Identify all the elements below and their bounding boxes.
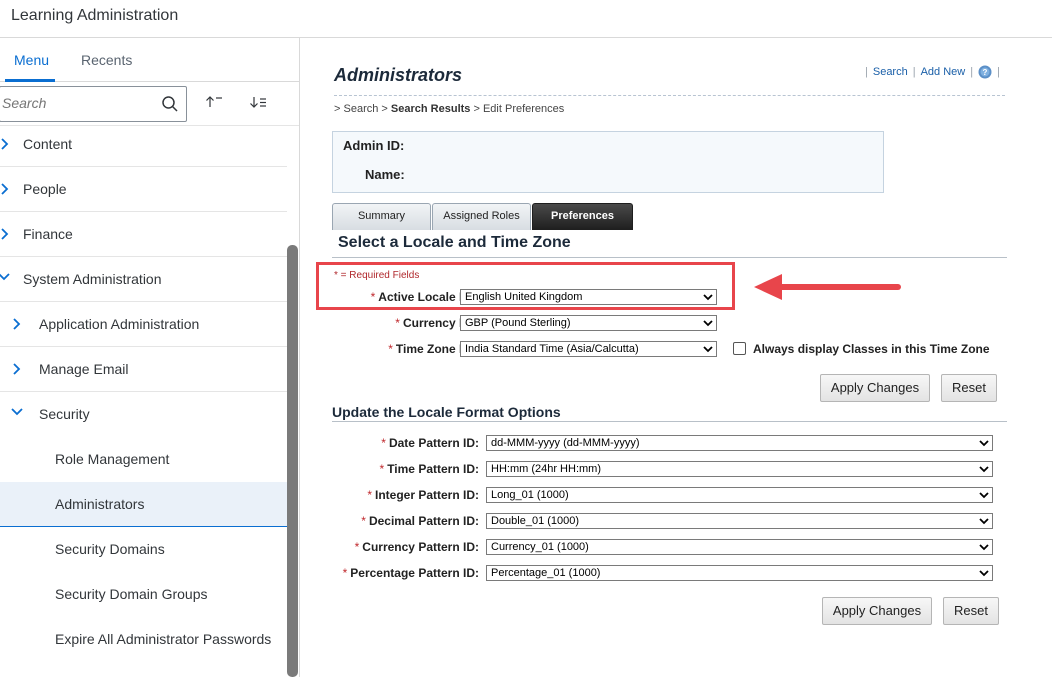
breadcrumb-current: Edit Preferences — [482, 103, 565, 115]
always-display-timezone-label: Always display Classes in this Time Zone — [753, 342, 990, 356]
format-reset-button[interactable]: Reset — [943, 597, 999, 625]
page-title: Administrators — [334, 65, 463, 85]
dropdown-caret-icon — [979, 492, 989, 499]
sidebar-item-application-administration[interactable]: Application Administration — [0, 302, 287, 347]
sidebar: Menu Recents Content People Finance S — [0, 38, 300, 677]
integer-pattern-select[interactable]: Long_01 (1000) — [486, 487, 993, 503]
locale-section-title: Select a Locale and Time Zone — [338, 234, 571, 251]
sidebar-item-finance[interactable]: Finance — [0, 212, 287, 257]
tab-recents[interactable]: Recents — [81, 52, 132, 68]
sidebar-item-security-domains[interactable]: Security Domains — [0, 527, 287, 572]
sidebar-item-security[interactable]: Security — [0, 392, 287, 437]
format-section-title: Update the Locale Format Options — [332, 404, 561, 420]
time-pattern-label: * Time Pattern ID: — [379, 462, 479, 476]
currency-select[interactable]: GBP (Pound Sterling) — [460, 315, 717, 331]
add-new-link[interactable]: Add New — [921, 66, 966, 78]
sidebar-item-system-administration[interactable]: System Administration — [0, 257, 287, 302]
sidebar-item-expire-passwords[interactable]: Expire All Administrator Passwords — [0, 617, 287, 662]
chevron-right-icon — [1, 228, 9, 240]
date-pattern-select[interactable]: dd-MMM-yyyy (dd-MMM-yyyy) — [486, 435, 993, 451]
tab-summary[interactable]: Summary — [332, 203, 431, 230]
time-zone-select[interactable]: India Standard Time (Asia/Calcutta) — [460, 341, 717, 357]
sidebar-item-label: Security — [39, 406, 90, 422]
sort-ascending-icon[interactable] — [204, 94, 224, 110]
sidebar-item-manage-email[interactable]: Manage Email — [0, 347, 287, 392]
breadcrumb-search-results[interactable]: Search Results — [391, 103, 470, 115]
sidebar-item-label: Application Administration — [39, 316, 200, 332]
sidebar-item-label: Role Management — [55, 451, 170, 467]
chevron-right-icon — [13, 363, 21, 375]
sidebar-item-label: Security Domains — [55, 541, 165, 557]
chevron-right-icon — [1, 138, 9, 150]
dropdown-caret-icon — [979, 440, 989, 447]
sidebar-item-label: Expire All Administrator Passwords — [55, 631, 272, 647]
app-header: Learning Administration — [0, 0, 1052, 38]
dropdown-caret-icon — [703, 346, 713, 353]
help-icon[interactable]: ? — [978, 65, 992, 79]
sidebar-search[interactable] — [0, 86, 187, 122]
annotation-highlight-box — [316, 262, 735, 310]
chevron-right-icon — [1, 183, 9, 195]
dropdown-caret-icon — [979, 544, 989, 551]
currency-label: * Currency ID: — [395, 316, 475, 330]
chevron-down-icon — [11, 408, 23, 416]
sidebar-item-label: System Administration — [23, 271, 162, 287]
sidebar-item-content[interactable]: Content — [0, 122, 287, 167]
breadcrumb: > Search > Search Results > Edit Prefere… — [334, 103, 565, 115]
search-icon[interactable] — [161, 95, 179, 113]
sidebar-tabs: Menu Recents — [0, 38, 299, 82]
decimal-pattern-select[interactable]: Double_01 (1000) — [486, 513, 993, 529]
sidebar-item-label: Finance — [23, 226, 73, 242]
reset-button[interactable]: Reset — [941, 374, 997, 402]
dropdown-caret-icon — [979, 518, 989, 525]
tab-menu[interactable]: Menu — [14, 52, 49, 68]
admin-id-label: Admin ID: — [343, 138, 405, 153]
dropdown-caret-icon — [703, 320, 713, 327]
tab-assigned-roles[interactable]: Assigned Roles — [432, 203, 531, 230]
percentage-pattern-label: * Percentage Pattern ID: — [342, 566, 479, 580]
sidebar-item-label: Administrators — [55, 496, 145, 512]
integer-pattern-label: * Integer Pattern ID: — [367, 488, 479, 502]
sidebar-scrollbar[interactable] — [287, 245, 298, 677]
sort-descending-icon[interactable] — [249, 94, 269, 110]
sidebar-item-people[interactable]: People — [0, 167, 287, 212]
sidebar-item-label: Manage Email — [39, 361, 129, 377]
apply-changes-button[interactable]: Apply Changes — [820, 374, 930, 402]
svg-text:?: ? — [983, 68, 988, 77]
header-links: | Search | Add New |? | — [865, 65, 1000, 79]
always-display-timezone-checkbox[interactable] — [733, 342, 746, 355]
dropdown-caret-icon — [979, 570, 989, 577]
dropdown-caret-icon — [979, 466, 989, 473]
arrow-annotation-icon — [754, 274, 901, 300]
sidebar-item-administrators[interactable]: Administrators — [0, 482, 287, 527]
name-label: Name: — [365, 167, 405, 182]
admin-info-box: Admin ID: Name: — [332, 131, 884, 193]
app-title: Learning Administration — [11, 7, 179, 24]
sidebar-item-security-domain-groups[interactable]: Security Domain Groups — [0, 572, 287, 617]
search-input[interactable] — [2, 95, 152, 111]
format-apply-changes-button[interactable]: Apply Changes — [822, 597, 932, 625]
title-divider — [334, 95, 1005, 96]
search-link[interactable]: Search — [873, 66, 908, 78]
decimal-pattern-label: * Decimal Pattern ID: — [361, 514, 479, 528]
breadcrumb-search[interactable]: Search — [344, 103, 379, 115]
sidebar-item-label: People — [23, 181, 67, 197]
percentage-pattern-select[interactable]: Percentage_01 (1000) — [486, 565, 993, 581]
sidebar-item-label: Security Domain Groups — [55, 586, 208, 602]
sidebar-item-label: Content — [23, 136, 73, 152]
currency-pattern-label: * Currency Pattern ID: — [354, 540, 479, 554]
sidebar-item-role-management[interactable]: Role Management — [0, 437, 287, 482]
tab-preferences[interactable]: Preferences — [532, 203, 633, 230]
section-divider — [332, 257, 1007, 258]
main-content: Administrators | Search | Add New |? | > Sear… — [300, 38, 1052, 677]
chevron-right-icon — [13, 318, 21, 330]
chevron-down-icon — [0, 273, 10, 281]
section-divider — [332, 421, 1007, 422]
time-pattern-select[interactable]: HH:mm (24hr HH:mm) — [486, 461, 993, 477]
currency-pattern-select[interactable]: Currency_01 (1000) — [486, 539, 993, 555]
date-pattern-label: * Date Pattern ID: — [381, 436, 479, 450]
time-zone-label: * Time Zone ID: — [388, 342, 475, 356]
